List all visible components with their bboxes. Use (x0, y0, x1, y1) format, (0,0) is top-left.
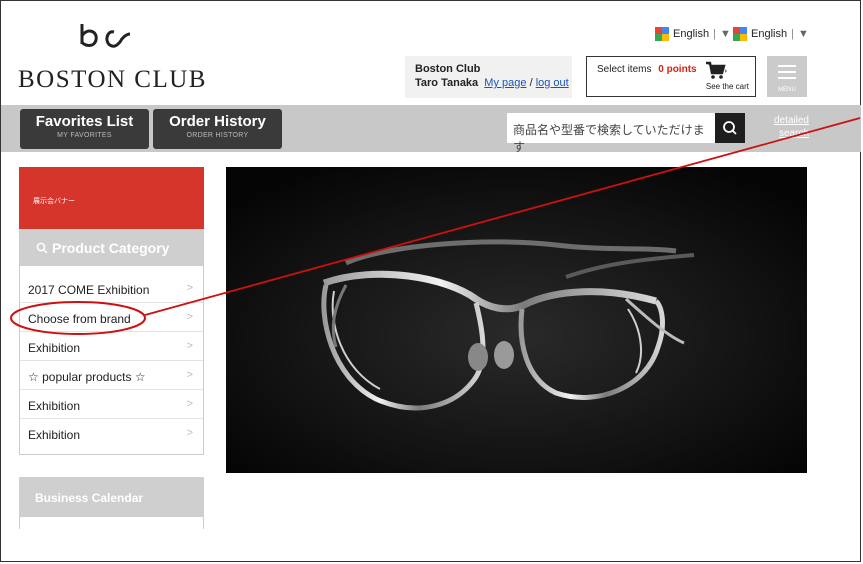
chevron-right-icon: > (186, 369, 193, 381)
chevron-down-icon: ▼ (797, 28, 809, 40)
google-translate-icon (655, 27, 669, 41)
google-translate-icon (733, 27, 747, 41)
order-history-subtitle: ORDER HISTORY (186, 132, 249, 139)
hero-eyeglasses-image[interactable] (226, 167, 807, 473)
user-info-box: Boston Club Taro Tanaka My page / log ou… (405, 56, 572, 98)
chevron-right-icon: > (186, 311, 193, 323)
category-item-exhibition[interactable]: Exhibition > (20, 419, 203, 448)
nav-bar: Favorites List MY FAVORITES Order Histor… (1, 105, 861, 154)
glasses-logo-icon (80, 24, 131, 48)
exhibition-banner[interactable]: 展示会バナー (19, 167, 204, 229)
language-label: English (673, 28, 710, 40)
points-count: 0 points (658, 64, 697, 75)
business-calendar-body (19, 517, 204, 529)
favorites-title: Favorites List (35, 113, 134, 130)
chevron-down-icon: ▼ (719, 28, 731, 40)
product-category-title: Product Category (52, 240, 170, 256)
logout-link[interactable]: log out (536, 77, 569, 89)
category-list: 2017 COME Exhibition > Choose from brand… (20, 274, 203, 448)
category-item-popular-products[interactable]: ☆ popular products ☆ > (20, 361, 203, 390)
search-button[interactable] (715, 113, 745, 143)
hamburger-icon (778, 65, 796, 67)
category-item-2017-come-exhibition[interactable]: 2017 COME Exhibition > (20, 274, 203, 303)
my-page-link[interactable]: My page (484, 77, 526, 89)
category-item-exhibition[interactable]: Exhibition > (20, 332, 203, 361)
site-logo[interactable]: BOSTON CLUB (18, 22, 218, 102)
cart-summary[interactable]: Select items 0 points See the cart (586, 56, 756, 97)
search-input[interactable]: 商品名や型番で検索していただけます (507, 113, 715, 154)
logo-text: BOSTON CLUB (18, 66, 207, 93)
favorites-subtitle: MY FAVORITES (57, 132, 112, 139)
language-selector-1[interactable]: English | ▼ (655, 27, 731, 41)
chevron-right-icon: > (186, 427, 193, 439)
chevron-right-icon: > (186, 398, 193, 410)
menu-label: MENU (778, 87, 796, 93)
detailed-search-link[interactable]: detailed search (763, 114, 809, 140)
cart-icon (706, 61, 727, 79)
see-cart-link[interactable]: See the cart (706, 82, 749, 91)
product-category-panel: Product Category 2017 COME Exhibition > … (19, 229, 204, 455)
language-label: English (751, 28, 788, 40)
category-item-exhibition[interactable]: Exhibition > (20, 390, 203, 419)
search-icon (36, 242, 48, 254)
eyeglasses-photo (226, 167, 807, 473)
search-icon (723, 121, 737, 135)
order-history-button[interactable]: Order History ORDER HISTORY (153, 109, 282, 149)
user-name: Taro Tanaka (415, 77, 479, 89)
favorites-list-button[interactable]: Favorites List MY FAVORITES (20, 109, 149, 149)
chevron-right-icon: > (186, 340, 193, 352)
product-category-header: Product Category (20, 230, 203, 266)
language-selector-2[interactable]: English | ▼ (733, 27, 809, 41)
category-item-choose-from-brand[interactable]: Choose from brand > (20, 303, 203, 332)
selected-items-label: Select items (597, 64, 652, 75)
link-separator: / (529, 77, 533, 89)
order-history-title: Order History (169, 113, 266, 130)
business-calendar-header[interactable]: Business Calendar (19, 477, 204, 517)
chevron-right-icon: > (186, 282, 193, 294)
menu-button[interactable]: MENU (767, 56, 807, 97)
organization-name: Boston Club (415, 63, 481, 75)
